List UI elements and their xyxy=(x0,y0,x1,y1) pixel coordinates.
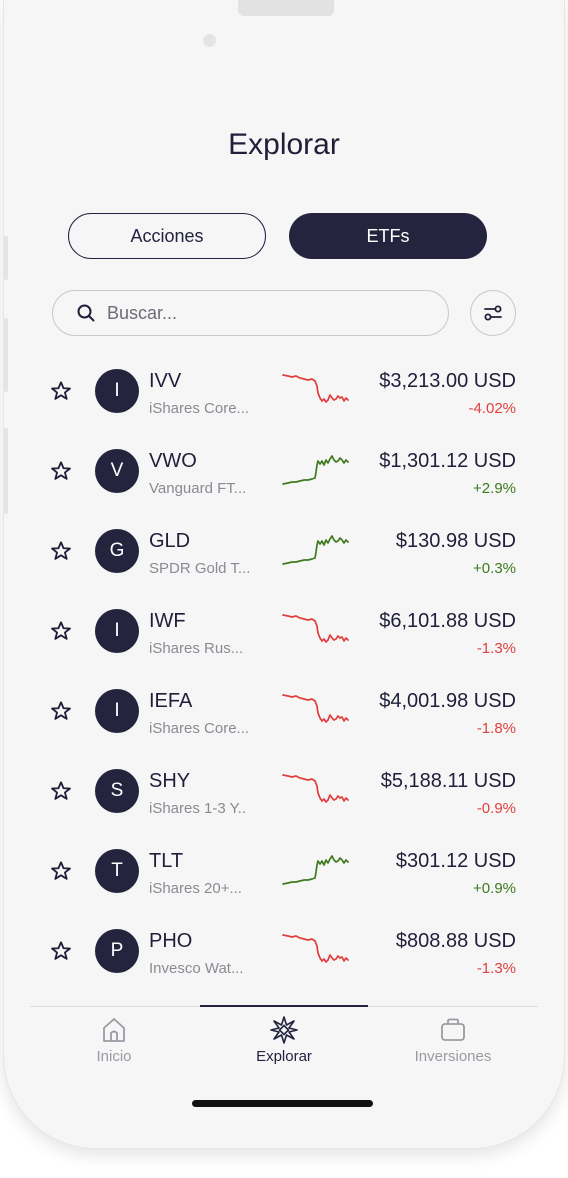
etf-change: +0.3% xyxy=(473,560,516,577)
nav-label-inversiones: Inversiones xyxy=(414,1048,492,1065)
etf-ticker: VWO xyxy=(149,450,197,472)
avatar: S xyxy=(95,769,139,813)
star-icon[interactable] xyxy=(50,780,72,802)
avatar: I xyxy=(95,689,139,733)
compass-icon xyxy=(270,1016,298,1044)
etf-list: I IVV iShares Core... $3,213.00 USD -4.02% V V… xyxy=(4,360,564,1000)
avatar: I xyxy=(95,369,139,413)
etf-row[interactable]: G GLD SPDR Gold T... $130.98 USD +0.3% xyxy=(4,520,564,600)
tab-acciones-label: Acciones xyxy=(130,225,204,246)
etf-row[interactable]: P PHO Invesco Wat... $808.88 USD -1.3% xyxy=(4,920,564,1000)
etf-price: $1,301.12 USD xyxy=(379,450,516,472)
etf-name: Invesco Wat... xyxy=(149,960,244,977)
etf-change: +0.9% xyxy=(473,880,516,897)
nav-item-inversiones[interactable]: Inversiones xyxy=(393,1016,513,1065)
etf-change: -4.02% xyxy=(468,400,516,417)
filter-icon xyxy=(484,305,502,321)
etf-ticker: TLT xyxy=(149,850,184,872)
star-icon[interactable] xyxy=(50,940,72,962)
sparkline-chart xyxy=(282,934,349,963)
etf-price: $3,213.00 USD xyxy=(379,370,516,392)
tab-etfs-label: ETFs xyxy=(366,225,410,246)
etf-ticker: IEFA xyxy=(149,690,193,712)
etf-ticker: SHY xyxy=(149,770,191,792)
etf-price: $4,001.98 USD xyxy=(379,690,516,712)
sparkline-chart xyxy=(282,855,349,885)
etf-row[interactable]: S SHY iShares 1-3 Y.. $5,188.11 USD -0.9% xyxy=(4,760,564,840)
etf-change: -0.9% xyxy=(476,800,516,817)
etf-row[interactable]: T TLT iShares 20+... $301.12 USD +0.9% xyxy=(4,840,564,920)
search-bar[interactable] xyxy=(52,290,449,336)
sparkline-chart xyxy=(282,374,349,403)
etf-price: $808.88 USD xyxy=(395,930,516,952)
phone-frame: Explorar Acciones ETFs I IVV iShares Core.… xyxy=(4,0,564,1148)
nav-active-indicator xyxy=(200,1005,368,1007)
briefcase-icon xyxy=(441,1018,465,1041)
star-icon[interactable] xyxy=(50,460,72,482)
star-icon[interactable] xyxy=(50,540,72,562)
nav-item-explorar[interactable]: Explorar xyxy=(224,1016,344,1065)
nav-item-inicio[interactable]: Inicio xyxy=(54,1016,174,1065)
avatar: T xyxy=(95,849,139,893)
star-icon[interactable] xyxy=(50,620,72,642)
avatar: P xyxy=(95,929,139,973)
star-icon[interactable] xyxy=(50,380,72,402)
sparkline-chart xyxy=(282,535,349,565)
page-title: Explorar xyxy=(228,128,340,161)
etf-price: $301.12 USD xyxy=(395,850,516,872)
etf-row[interactable]: I IVV iShares Core... $3,213.00 USD -4.02% xyxy=(4,360,564,440)
home-icon xyxy=(103,1018,125,1042)
avatar: I xyxy=(95,609,139,653)
star-icon[interactable] xyxy=(50,700,72,722)
etf-change: -1.3% xyxy=(476,640,516,657)
home-indicator[interactable] xyxy=(192,1100,373,1107)
sparkline-chart xyxy=(282,774,349,803)
etf-ticker: IWF xyxy=(149,610,186,632)
side-button xyxy=(4,236,8,280)
sparkline-chart xyxy=(282,455,349,485)
etf-price: $6,101.88 USD xyxy=(379,610,516,632)
tab-acciones[interactable]: Acciones xyxy=(68,213,266,259)
etf-row[interactable]: I IWF iShares Rus... $6,101.88 USD -1.3% xyxy=(4,600,564,680)
sparkline-chart xyxy=(282,694,349,723)
nav-label-explorar: Explorar xyxy=(256,1048,312,1065)
etf-row[interactable]: V VWO Vanguard FT... $1,301.12 USD +2.9% xyxy=(4,440,564,520)
etf-name: iShares 20+... xyxy=(149,880,242,897)
etf-name: iShares Core... xyxy=(149,400,250,417)
etf-name: iShares 1-3 Y.. xyxy=(149,800,247,817)
camera-dot xyxy=(203,34,216,47)
filter-button[interactable] xyxy=(470,290,516,336)
etf-row[interactable]: I IEFA iShares Core... $4,001.98 USD -1.8% xyxy=(4,680,564,760)
etf-change: -1.8% xyxy=(476,720,516,737)
etf-change: -1.3% xyxy=(476,960,516,977)
tab-etfs[interactable]: ETFs xyxy=(289,213,487,259)
etf-ticker: IVV xyxy=(149,370,182,392)
avatar: V xyxy=(95,449,139,493)
etf-ticker: PHO xyxy=(149,930,193,952)
sparkline-chart xyxy=(282,614,349,643)
search-icon xyxy=(77,304,95,322)
search-input[interactable] xyxy=(105,301,409,325)
avatar: G xyxy=(95,529,139,573)
etf-name: SPDR Gold T... xyxy=(149,560,251,577)
etf-price: $130.98 USD xyxy=(395,530,516,552)
star-icon[interactable] xyxy=(50,860,72,882)
etf-name: iShares Core... xyxy=(149,720,250,737)
etf-change: +2.9% xyxy=(473,480,516,497)
etf-name: Vanguard FT... xyxy=(149,480,247,497)
etf-price: $5,188.11 USD xyxy=(380,770,516,792)
etf-name: iShares Rus... xyxy=(149,640,244,657)
nav-label-inicio: Inicio xyxy=(96,1048,132,1065)
phone-speaker xyxy=(238,0,334,16)
etf-ticker: GLD xyxy=(149,530,191,552)
